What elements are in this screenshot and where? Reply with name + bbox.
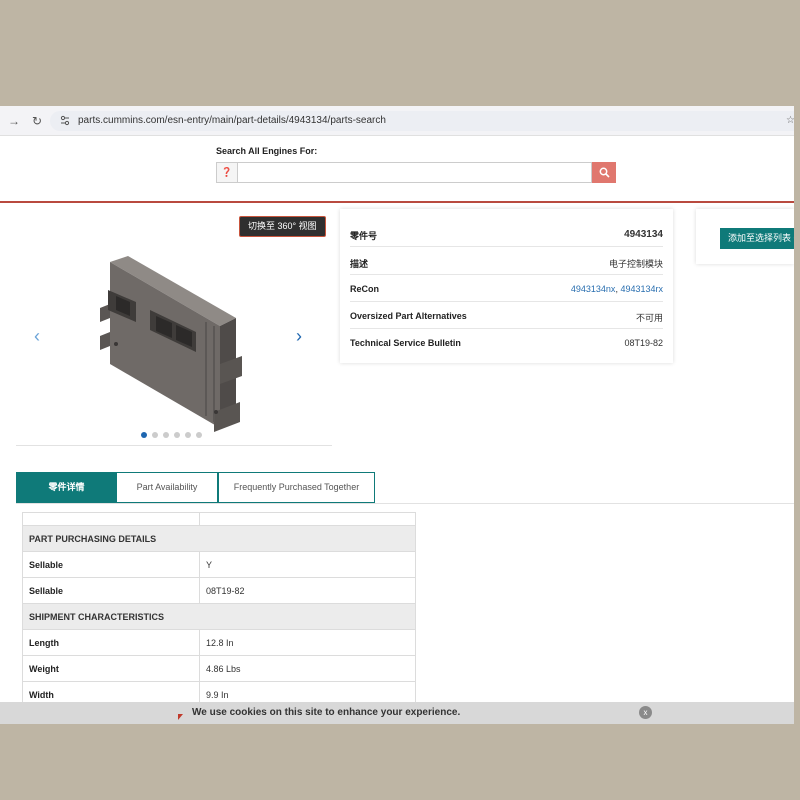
close-icon[interactable]: x [639,706,652,719]
row-value: Y [199,551,416,578]
bookmark-star-icon[interactable]: ☆ [786,115,794,126]
part-summary-card: 零件号 4943134 描述 电子控制模块 ReCon 4943134nx, 4… [340,209,673,363]
row-label: Sellable [22,577,200,604]
recon-label: ReCon [350,284,379,294]
carousel-next-icon[interactable]: › [296,326,302,347]
part-number-value: 4943134 [624,229,663,240]
description-row: 描述 电子控制模块 [350,248,663,275]
description-value: 电子控制模块 [608,259,663,269]
view-360-button[interactable]: 切换至 360° 视图 [239,216,326,237]
recon-row: ReCon 4943134nx, 4943134rx [350,275,663,302]
tab-frequently-purchased[interactable]: Frequently Purchased Together [218,472,375,503]
part-details-table: PART PURCHASING DETAILS Sellable Y Sellab… [22,512,416,708]
oversized-label: Oversized Part Alternatives [350,311,467,321]
detail-tabs: 零件详情 Part Availability Frequently Purcha… [16,472,375,503]
oversized-value: 不可用 [635,313,663,323]
search-button[interactable] [592,162,616,183]
tab-part-availability[interactable]: Part Availability [117,472,218,503]
row-label: Weight [22,655,200,682]
description-label: 描述 [350,259,369,269]
table-row: Weight 4.86 Lbs [22,655,416,682]
tabs-divider [16,503,794,504]
url-text: parts.cummins.com/esn-entry/main/part-de… [78,115,386,126]
address-bar[interactable]: parts.cummins.com/esn-entry/main/part-de… [50,111,794,131]
section-header-purchasing: PART PURCHASING DETAILS [22,525,416,552]
search-input[interactable] [238,162,592,183]
carousel-dots [141,432,202,438]
add-to-list-card: 添加至选择列表 + [696,209,794,264]
cookie-marker-icon [178,714,183,720]
cookie-text: We use cookies on this site to enhance y… [192,707,461,718]
table-spacer-row [22,512,416,526]
cookie-banner: We use cookies on this site to enhance y… [0,702,794,724]
carousel-dot[interactable] [141,432,147,438]
table-row: Sellable Y [22,551,416,578]
add-to-list-button[interactable]: 添加至选择列表 + [720,228,794,249]
row-label: Sellable [22,551,200,578]
row-value: 08T19-82 [199,577,416,604]
product-image [100,256,242,432]
recon-value: 4943134nx, 4943134rx [571,284,663,294]
carousel-dot[interactable] [163,432,169,438]
tab-part-details[interactable]: 零件详情 [16,472,117,503]
image-divider [16,445,332,446]
site-settings-icon[interactable] [60,115,70,127]
row-value: 12.8 In [199,629,416,656]
table-row: Sellable 08T19-82 [22,577,416,604]
reload-icon[interactable]: ↻ [32,114,42,128]
part-number-label: 零件号 [350,231,378,241]
search-icon [599,167,610,178]
tsb-value: 08T19-82 [624,338,663,348]
search-label: Search All Engines For: [216,146,318,156]
oversized-row: Oversized Part Alternatives 不可用 [350,302,663,329]
browser-toolbar: → ↻ parts.cummins.com/esn-entry/main/par… [0,106,794,136]
carousel-dot[interactable] [196,432,202,438]
part-number-row: 零件号 4943134 [350,220,663,247]
header-divider [0,201,794,203]
carousel-prev-icon[interactable]: ‹ [34,326,40,347]
table-row: Length 12.8 In [22,629,416,656]
section-title: SHIPMENT CHARACTERISTICS [22,603,416,630]
browser-window: → ↻ parts.cummins.com/esn-entry/main/par… [0,106,794,724]
carousel-dot[interactable] [185,432,191,438]
section-header-shipment: SHIPMENT CHARACTERISTICS [22,603,416,630]
tsb-row: Technical Service Bulletin 08T19-82 [350,329,663,356]
recon-link-rx[interactable]: 4943134rx [620,284,663,294]
recon-link-nx[interactable]: 4943134nx [571,284,616,294]
row-value: 4.86 Lbs [199,655,416,682]
help-icon[interactable]: ❓ [216,162,238,183]
carousel-dot[interactable] [152,432,158,438]
carousel-dot[interactable] [174,432,180,438]
row-label: Length [22,629,200,656]
forward-icon[interactable]: → [8,114,20,128]
tsb-label: Technical Service Bulletin [350,338,461,348]
section-title: PART PURCHASING DETAILS [22,525,416,552]
